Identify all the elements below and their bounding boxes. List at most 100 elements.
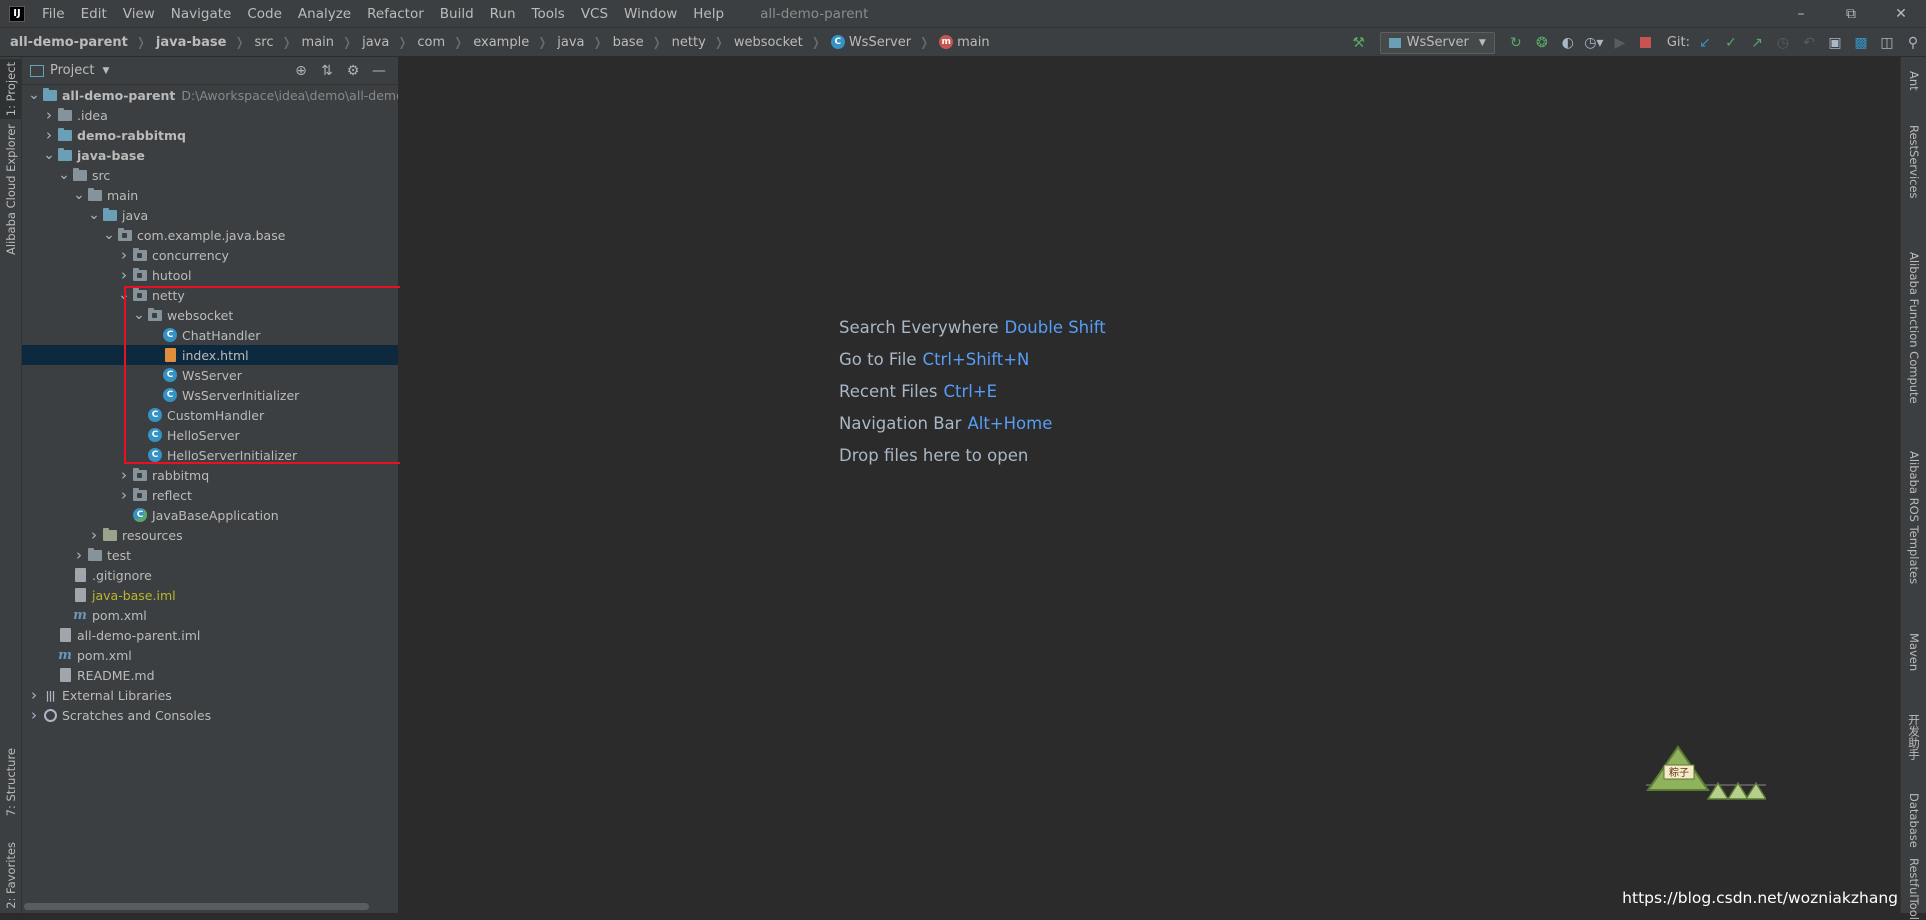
chevron-down-icon[interactable]: ▼ (102, 66, 109, 76)
breadcrumb-item[interactable]: netty❭ (662, 35, 724, 50)
chevron-down-icon[interactable]: ⌄ (71, 191, 87, 199)
menu-edit[interactable]: Edit (73, 0, 115, 28)
close-button[interactable]: ✕ (1876, 0, 1926, 28)
right-tab-1[interactable]: Ant (1901, 61, 1926, 101)
chevron-down-icon[interactable]: ⌄ (56, 171, 72, 179)
tree-item[interactable]: ›hutool (22, 265, 399, 285)
git-commit-icon[interactable]: ✓ (1719, 32, 1743, 54)
collapse-all-icon[interactable]: ⇅ (314, 61, 340, 81)
chevron-right-icon[interactable]: › (26, 686, 42, 704)
chevron-right-icon[interactable]: › (26, 706, 42, 724)
tab-alibaba-cloud-explorer[interactable]: Alibaba Cloud Explorer (0, 127, 22, 252)
build-hammer-icon[interactable]: ⚒ (1347, 32, 1371, 54)
run-disabled-icon[interactable]: ▶ (1608, 32, 1632, 54)
restore-button[interactable]: ⧉ (1826, 0, 1876, 28)
breadcrumb-item[interactable]: src❭ (245, 35, 292, 50)
chevron-right-icon[interactable]: › (116, 266, 132, 284)
tab-structure[interactable]: 7: Structure (0, 745, 22, 820)
breadcrumb-item[interactable]: websocket❭ (724, 35, 821, 50)
menu-refactor[interactable]: Refactor (359, 0, 432, 28)
breadcrumb-item[interactable]: main❭ (292, 35, 353, 50)
tree-item[interactable]: ›Scratches and Consoles (22, 705, 399, 725)
tree-item[interactable]: ›.idea (22, 105, 399, 125)
menu-code[interactable]: Code (239, 0, 290, 28)
breadcrumb-item[interactable]: all-demo-parent❭ (0, 35, 146, 50)
chevron-down-icon[interactable]: ⌄ (86, 211, 102, 219)
revert-icon[interactable]: ↶ (1797, 32, 1821, 54)
tree-item[interactable]: ›.gitignore (22, 565, 399, 585)
chevron-right-icon[interactable]: › (86, 526, 102, 544)
breadcrumb-item[interactable]: CWsServer❭ (821, 35, 929, 50)
tree-item[interactable]: ›|||External Libraries (22, 685, 399, 705)
breadcrumb-item[interactable]: java❭ (547, 35, 602, 50)
chevron-down-icon[interactable]: ⌄ (41, 151, 57, 159)
right-tab-3[interactable]: Alibaba Function Compute (1901, 223, 1926, 433)
tree-item[interactable]: ›mpom.xml (22, 605, 399, 625)
chevron-right-icon[interactable]: › (116, 466, 132, 484)
run-config-select[interactable]: WsServer ▼ (1380, 32, 1495, 54)
tab-project[interactable]: 1: Project (0, 59, 22, 119)
tree-item[interactable]: ›resources (22, 525, 399, 545)
right-tab-7[interactable]: Database (1901, 785, 1926, 855)
breadcrumb-item[interactable]: java-base❭ (146, 35, 245, 50)
gear-icon[interactable]: ⚙ (340, 61, 366, 81)
menu-view[interactable]: View (115, 0, 163, 28)
tree-item[interactable]: ›mpom.xml (22, 645, 399, 665)
tree-item[interactable]: ›reflect (22, 485, 399, 505)
minimize-button[interactable]: – (1776, 0, 1826, 28)
right-tab-6[interactable]: 开发助手 (1901, 697, 1926, 777)
locate-icon[interactable]: ⊕ (288, 61, 314, 81)
layout-icon[interactable]: ◫ (1875, 32, 1899, 54)
right-tab-8[interactable]: RestfulTool (1901, 865, 1926, 913)
tree-item[interactable]: ›CJavaBaseApplication (22, 505, 399, 525)
tree-item[interactable]: ⌄com.example.java.base (22, 225, 399, 245)
rerun-icon[interactable]: ↻ (1504, 32, 1528, 54)
chevron-down-icon[interactable]: ⌄ (101, 231, 117, 239)
debug-icon[interactable]: ❂ (1530, 32, 1554, 54)
history-icon[interactable]: ◷ (1771, 32, 1795, 54)
tree-item[interactable]: ›rabbitmq (22, 465, 399, 485)
menu-window[interactable]: Window (616, 0, 685, 28)
project-structure-icon[interactable]: ▣ (1823, 32, 1847, 54)
chevron-right-icon[interactable]: › (41, 126, 57, 144)
chevron-right-icon[interactable]: › (116, 246, 132, 264)
search-icon[interactable]: ⚲ (1901, 32, 1925, 54)
git-update-icon[interactable]: ↙ (1693, 32, 1717, 54)
tree-item[interactable]: ›concurrency (22, 245, 399, 265)
tree-item[interactable]: ⌄all-demo-parentD:\Aworkspace\idea\demo\… (22, 85, 399, 105)
right-tab-4[interactable]: Alibaba ROS Templates (1901, 453, 1926, 583)
breadcrumb-item[interactable]: base❭ (603, 35, 662, 50)
chevron-right-icon[interactable]: › (71, 546, 87, 564)
right-tab-2[interactable]: RestServices (1901, 117, 1926, 207)
horizontal-scrollbar[interactable] (24, 903, 369, 910)
menu-file[interactable]: File (34, 0, 73, 28)
project-panel-title[interactable]: Project (50, 63, 94, 78)
menu-vcs[interactable]: VCS (573, 0, 616, 28)
tab-favorites[interactable]: 2: Favorites (0, 840, 22, 910)
menu-help[interactable]: Help (685, 0, 732, 28)
hide-icon[interactable]: — (366, 61, 392, 81)
chevron-right-icon[interactable]: › (41, 106, 57, 124)
menu-run[interactable]: Run (482, 0, 524, 28)
tree-item[interactable]: ⌄java (22, 205, 399, 225)
profile-icon[interactable]: ◷▾ (1582, 32, 1606, 54)
breadcrumb-item[interactable]: java❭ (352, 35, 407, 50)
breadcrumb-item[interactable]: example❭ (463, 35, 547, 50)
tree-item[interactable]: ⌄src (22, 165, 399, 185)
tree-item[interactable]: ›demo-rabbitmq (22, 125, 399, 145)
tree-item[interactable]: ›test (22, 545, 399, 565)
breadcrumb-item[interactable]: mmain (929, 35, 989, 50)
menu-build[interactable]: Build (432, 0, 482, 28)
menu-analyze[interactable]: Analyze (290, 0, 359, 28)
stop-icon[interactable] (1634, 32, 1658, 54)
coverage-icon[interactable]: ◐ (1556, 32, 1580, 54)
tree-item[interactable]: ›all-demo-parent.iml (22, 625, 399, 645)
tree-item[interactable]: ›java-base.iml (22, 585, 399, 605)
menu-tools[interactable]: Tools (524, 0, 573, 28)
menu-navigate[interactable]: Navigate (163, 0, 240, 28)
tree-item[interactable]: ⌄main (22, 185, 399, 205)
git-push-icon[interactable]: ↗ (1745, 32, 1769, 54)
tree-item[interactable]: ›README.md (22, 665, 399, 685)
translate-icon[interactable]: ▩ (1849, 32, 1873, 54)
tree-item[interactable]: ⌄java-base (22, 145, 399, 165)
